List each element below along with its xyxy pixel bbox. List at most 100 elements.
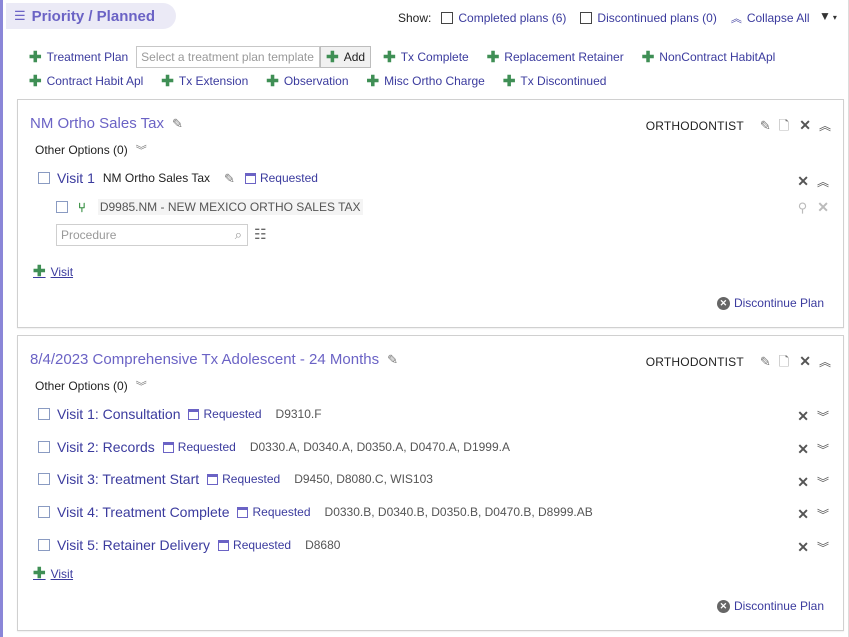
- discontinued-plans-toggle[interactable]: Discontinued plans (0): [580, 11, 717, 25]
- tooth-icon: ⑂: [78, 199, 86, 215]
- visit-codes: D8680: [305, 538, 341, 552]
- completed-plans-toggle[interactable]: Completed plans (6): [441, 11, 566, 25]
- visit-name[interactable]: Visit 5: Retainer Delivery: [57, 537, 210, 553]
- visit-checkbox[interactable]: [38, 408, 50, 420]
- plan-header-controls: ORTHODONTIST ✎ 🗋 ✕ ︽: [646, 353, 831, 370]
- section-title-text: Priority / Planned: [31, 7, 156, 25]
- close-icon[interactable]: ✕: [797, 506, 809, 523]
- plus-icon: ✚: [326, 48, 339, 66]
- add-visit-button[interactable]: ✚ Visit: [33, 566, 73, 581]
- visit-row: Visit 5: Retainer Delivery Requested D86…: [38, 537, 340, 553]
- visit-label[interactable]: Visit 1: [57, 170, 95, 186]
- document-icon[interactable]: 🗋: [779, 355, 789, 368]
- other-options-toggle[interactable]: Other Options (0) ︾: [35, 142, 147, 158]
- pencil-icon[interactable]: ✎: [224, 172, 235, 185]
- tx-discontinued-label: Tx Discontinued: [520, 74, 607, 88]
- close-icon[interactable]: ✕: [797, 474, 809, 491]
- discontinued-plans-checkbox[interactable]: [580, 12, 593, 24]
- visit-row: Visit 4: Treatment Complete Requested D0…: [38, 504, 593, 520]
- pencil-icon[interactable]: ✎: [172, 117, 183, 130]
- visit-codes: D0330.A, D0340.A, D0350.A, D0470.A, D199…: [249, 440, 510, 454]
- add-visit-button[interactable]: ✚ Visit: [33, 264, 73, 279]
- provider-label: ORTHODONTIST: [645, 118, 744, 133]
- double-chevron-down-icon[interactable]: ︾: [817, 539, 829, 556]
- collapse-all-label[interactable]: Collapse All: [747, 11, 810, 25]
- replacement-retainer-button[interactable]: ✚ Replacement Retainer: [487, 50, 624, 65]
- close-icon[interactable]: ✕: [797, 408, 809, 425]
- double-chevron-down-icon[interactable]: ︾: [817, 474, 829, 491]
- discontinue-plan-button[interactable]: ✕ Discontinue Plan: [716, 599, 824, 613]
- show-label: Show:: [398, 11, 432, 25]
- visit-status[interactable]: Requested: [218, 538, 291, 552]
- other-options-label: Other Options (0): [35, 143, 128, 157]
- close-icon[interactable]: ✕: [797, 441, 809, 458]
- plus-icon: ✚: [383, 48, 396, 66]
- document-icon[interactable]: 🗋: [779, 119, 789, 132]
- close-icon[interactable]: ✕: [799, 117, 811, 134]
- list-icon[interactable]: ☷: [254, 226, 267, 243]
- tx-extension-button[interactable]: ✚ Tx Extension: [161, 74, 248, 89]
- visit-name[interactable]: Visit 3: Treatment Start: [57, 471, 199, 487]
- filter-dropdown[interactable]: ▼ ▾: [819, 9, 837, 23]
- visit-name[interactable]: Visit 4: Treatment Complete: [57, 504, 229, 520]
- discontinued-plans-label[interactable]: Discontinued plans (0): [597, 11, 716, 25]
- visit-checkbox[interactable]: [38, 441, 50, 453]
- double-chevron-up-icon[interactable]: ︽: [819, 117, 831, 134]
- plus-icon: ✚: [486, 48, 500, 66]
- visit-row-controls: ✕ ︾: [787, 506, 829, 523]
- plan-title[interactable]: NM Ortho Sales Tax ✎: [30, 115, 183, 132]
- pencil-icon[interactable]: ✎: [760, 355, 771, 368]
- double-chevron-down-icon: ︾: [135, 145, 147, 157]
- visit-checkbox[interactable]: [38, 473, 50, 485]
- double-chevron-down-icon[interactable]: ︾: [817, 506, 829, 523]
- visit-checkbox[interactable]: [38, 172, 50, 184]
- close-icon[interactable]: ✕: [797, 173, 809, 190]
- add-template-button[interactable]: ✚ Add: [320, 46, 372, 68]
- action-row-1: ✚ Treatment Plan Select a treatment plan…: [29, 45, 819, 69]
- search-icon[interactable]: ⌕: [235, 227, 242, 243]
- double-chevron-down-icon: ︾: [135, 381, 147, 393]
- double-chevron-up-icon: ︽: [730, 13, 742, 25]
- collapse-all-button[interactable]: ︽ Collapse All: [731, 10, 810, 26]
- caret-down-icon: ▾: [832, 13, 837, 22]
- add-visit-label: Visit: [50, 264, 74, 279]
- visit-checkbox[interactable]: [38, 539, 50, 551]
- close-icon[interactable]: ✕: [797, 539, 809, 556]
- procedure-checkbox[interactable]: [56, 201, 68, 213]
- tx-discontinued-button[interactable]: ✚ Tx Discontinued: [503, 74, 607, 89]
- tx-complete-button[interactable]: ✚ Tx Complete: [383, 50, 469, 65]
- visit-status[interactable]: Requested: [162, 440, 236, 454]
- action-bar: ✚ Treatment Plan Select a treatment plan…: [29, 45, 819, 93]
- plan-header-controls: ORTHODONTIST ✎ 🗋 ✕ ︽: [646, 117, 831, 134]
- visit-name[interactable]: Visit 1: Consultation: [57, 406, 180, 422]
- observation-button[interactable]: ✚ Observation: [266, 74, 348, 89]
- add-treatment-plan-button[interactable]: ✚ Treatment Plan: [29, 50, 128, 65]
- visit-status[interactable]: Requested: [237, 505, 311, 519]
- double-chevron-up-icon[interactable]: ︽: [819, 353, 831, 370]
- visit-row-controls: ✕ ︽: [787, 173, 829, 190]
- double-chevron-down-icon[interactable]: ︾: [817, 441, 829, 458]
- completed-plans-checkbox[interactable]: [441, 12, 454, 24]
- contract-habit-apl-button[interactable]: ✚ Contract Habit Apl: [29, 74, 143, 89]
- tx-extension-label: Tx Extension: [178, 74, 249, 88]
- calendar-icon: [207, 473, 219, 485]
- misc-ortho-charge-button[interactable]: ✚ Misc Ortho Charge: [367, 74, 485, 89]
- template-select[interactable]: Select a treatment plan template: [136, 46, 321, 68]
- visit-status[interactable]: Requested: [188, 407, 262, 421]
- discontinue-plan-button[interactable]: ✕ Discontinue Plan: [716, 296, 824, 310]
- double-chevron-up-icon[interactable]: ︽: [817, 173, 829, 190]
- double-chevron-down-icon[interactable]: ︾: [817, 408, 829, 425]
- visit-status[interactable]: Requested: [207, 472, 280, 486]
- pencil-icon[interactable]: ✎: [387, 353, 398, 366]
- noncontract-habitapl-button[interactable]: ✚ NonContract HabitApl: [642, 50, 776, 65]
- other-options-toggle[interactable]: Other Options (0) ︾: [35, 378, 147, 394]
- visit-status[interactable]: Requested: [244, 171, 318, 185]
- provider-label: ORTHODONTIST: [645, 354, 744, 369]
- completed-plans-label[interactable]: Completed plans (6): [458, 11, 566, 25]
- close-icon[interactable]: ✕: [799, 353, 811, 370]
- visit-checkbox[interactable]: [38, 506, 50, 518]
- visit-name[interactable]: Visit 2: Records: [57, 439, 155, 455]
- procedure-search-input[interactable]: Procedure ⌕: [56, 224, 248, 246]
- pencil-icon[interactable]: ✎: [760, 119, 771, 132]
- plan-title[interactable]: 8/4/2023 Comprehensive Tx Adolescent - 2…: [30, 351, 398, 368]
